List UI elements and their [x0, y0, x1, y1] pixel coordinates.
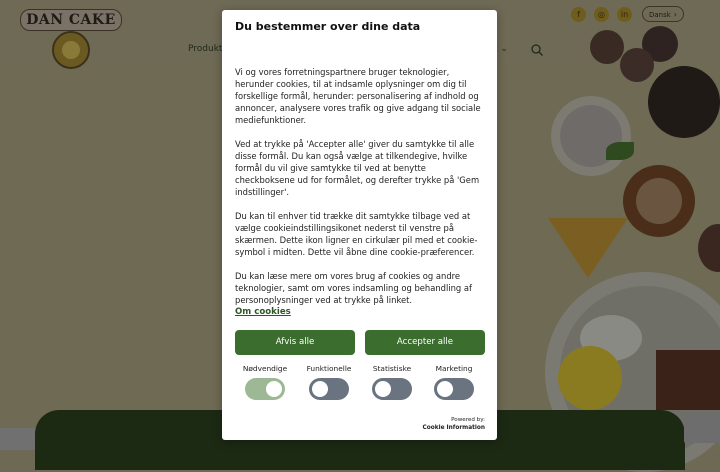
dialog-paragraph: Vi og vores forretningspartnere bruger t… [235, 67, 481, 125]
accept-all-button[interactable]: Accepter alle [365, 330, 485, 355]
toggle-knob [375, 381, 391, 397]
consent-necessary: Nødvendige [235, 364, 295, 404]
toggle-knob [266, 381, 282, 397]
decor-cake-slice [548, 218, 628, 278]
instagram-icon[interactable]: ◎ [594, 7, 609, 22]
toggle-label: Funktionelle [306, 364, 352, 373]
chevron-down-icon: ⌄ [500, 44, 508, 54]
toggle-knob [312, 381, 328, 397]
powered-by[interactable]: Powered by: Cookie Information [423, 416, 485, 432]
toggle-label: Statistiske [372, 364, 412, 373]
toggle-label: Nødvendige [242, 364, 288, 373]
decor-cookie [590, 30, 624, 64]
language-selector[interactable]: Dansk › [642, 6, 684, 22]
search-icon[interactable] [530, 43, 544, 57]
recaptcha-badge[interactable] [684, 413, 720, 443]
decor-chocolate-cookie [648, 66, 720, 138]
toggle-label: Marketing [435, 364, 473, 373]
logo-wordmark: DAN CAKE [20, 9, 122, 31]
statistics-toggle[interactable] [372, 378, 412, 400]
dan-cake-logo[interactable]: DAN CAKE [20, 9, 122, 69]
language-label: Dansk [649, 11, 671, 19]
cookie-consent-dialog: Du bestemmer over dine data Vi og vores … [222, 10, 497, 440]
necessary-toggle[interactable] [245, 378, 285, 400]
decor-lemon [558, 346, 622, 410]
powered-by-name: Cookie Information [422, 425, 485, 431]
consent-statistics: Statistiske [362, 364, 422, 404]
toggle-knob [437, 381, 453, 397]
functional-toggle[interactable] [309, 378, 349, 400]
marketing-toggle[interactable] [434, 378, 474, 400]
reject-all-button[interactable]: Afvis alle [235, 330, 355, 355]
dialog-paragraph: Ved at trykke på 'Accepter alle' giver d… [235, 139, 480, 197]
logo-seal-icon [52, 31, 90, 69]
about-cookies-link[interactable]: Om cookies [235, 307, 291, 317]
dialog-paragraph: Du kan til enhver tid trække dit samtykk… [235, 211, 478, 257]
dialog-title: Du bestemmer over dine data [235, 20, 421, 33]
decor-cookie [620, 48, 654, 82]
decor-chocolate-cake [656, 350, 720, 410]
chevron-right-icon: › [673, 10, 677, 19]
decor-leaf [606, 142, 634, 160]
dialog-paragraph: Du kan læse mere om vores brug af cookie… [235, 271, 472, 305]
decor-swiss-roll-swirl [636, 178, 682, 224]
dialog-body: Vi og vores forretningspartnere bruger t… [235, 66, 487, 318]
consent-marketing: Marketing [424, 364, 484, 404]
consent-functional: Funktionelle [299, 364, 359, 404]
linkedin-icon[interactable]: in [617, 7, 632, 22]
powered-by-label: Powered by: [451, 417, 485, 423]
facebook-icon[interactable]: f [571, 7, 586, 22]
